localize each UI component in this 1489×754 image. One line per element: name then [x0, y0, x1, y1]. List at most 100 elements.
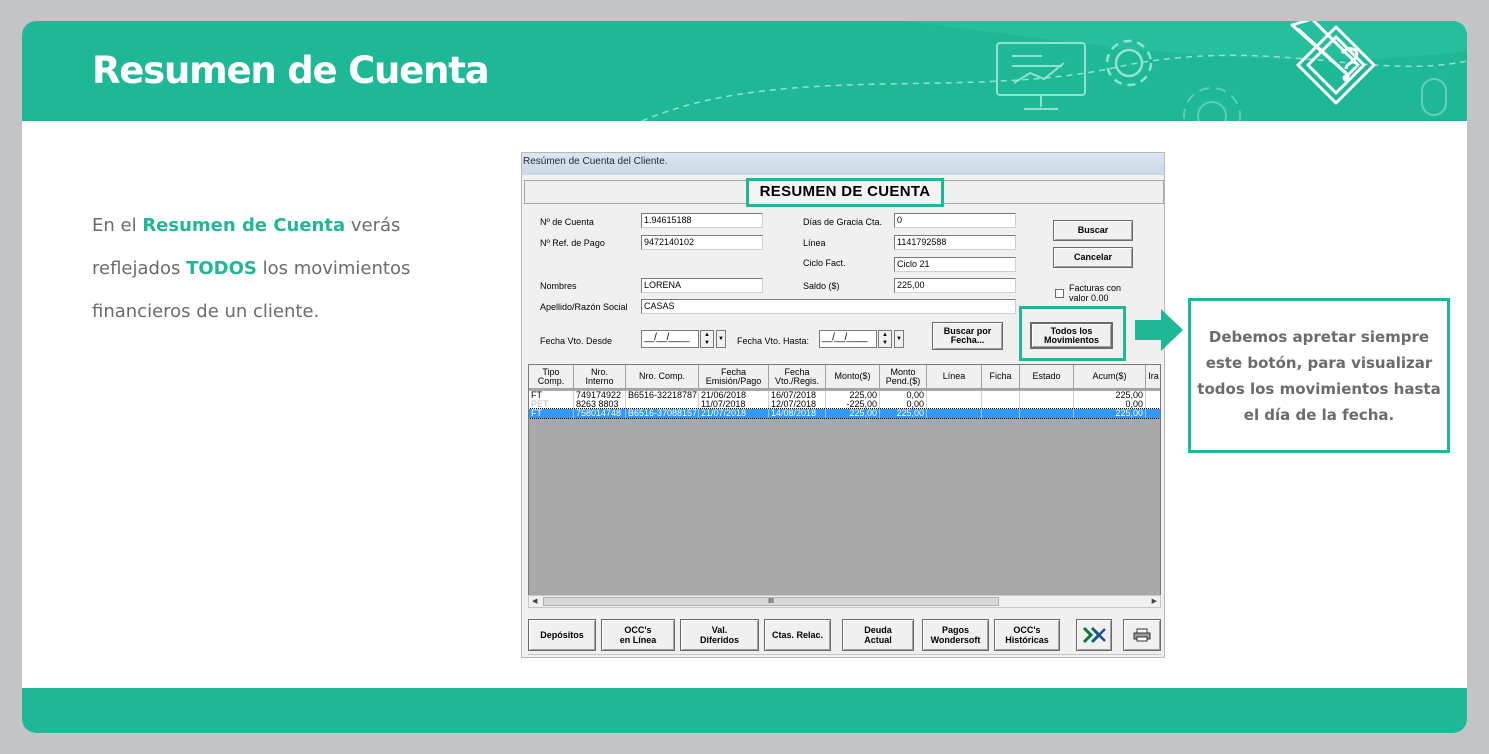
table-cell: 16/07/2018 [769, 391, 826, 400]
button-label: Fecha... [950, 335, 985, 345]
horizontal-scrollbar[interactable]: ◀ III ▶ [528, 595, 1161, 608]
print-button[interactable] [1123, 619, 1161, 651]
page-title: Resumen de Cuenta [92, 49, 490, 92]
column-header-line: Monto($) [834, 371, 871, 381]
cancelar-button[interactable]: Cancelar [1053, 247, 1133, 268]
facturas-valor-checkbox[interactable] [1055, 289, 1064, 298]
bottom-toolbar-button[interactable]: Depósitos [528, 619, 596, 651]
ciclo-fact-field[interactable]: Ciclo 21 [894, 257, 1016, 272]
column-header[interactable]: Fecha Emisión/Pago [699, 365, 769, 389]
scroll-left-icon[interactable]: ◀ [532, 597, 537, 605]
table-cell: FT [529, 391, 574, 400]
table-cell: 21/06/2018 [699, 391, 769, 400]
table-row[interactable]: PET 8263 8803 11/07/2018 12/07/2018 -225,00 0… [529, 400, 1160, 409]
column-header[interactable]: Estado [1020, 365, 1074, 389]
button-label: Depósitos [540, 630, 584, 640]
column-header-line: Comp. [537, 375, 565, 386]
column-header[interactable]: Monto($) [826, 365, 880, 389]
column-header[interactable]: Nro. Comp. [626, 365, 699, 389]
button-label: OCC's [624, 625, 652, 635]
ciclo-fact-label: Ciclo Fact. [803, 258, 846, 268]
button-label: Wondersoft [930, 635, 981, 645]
bottom-toolbar-button[interactable]: Deuda Actual [842, 619, 914, 651]
scroll-thumb[interactable]: III [543, 597, 999, 606]
excel-export-button[interactable] [1076, 619, 1112, 651]
fecha-hasta-dropdown[interactable]: ▼ [894, 330, 904, 348]
button-label: Históricas [1005, 635, 1049, 645]
nombres-field[interactable]: LORENA [641, 278, 763, 293]
button-label: Deuda [864, 625, 892, 635]
intro-part: En el [92, 215, 143, 236]
column-header[interactable]: Monto Pend.($) [880, 365, 927, 389]
bottom-toolbar-button[interactable]: Ctas. Relac. [764, 619, 831, 651]
column-header-line: Ira [1148, 371, 1159, 381]
table-row[interactable]: FT 758014748 B6516-37088157 21/07/2018 14/08… [529, 408, 1160, 419]
bottom-toolbar-button[interactable]: OCC's en Línea [601, 619, 675, 651]
column-header-line: Interno [585, 375, 614, 386]
table-cell [1020, 391, 1074, 400]
saldo-field[interactable]: 225,00 [894, 278, 1016, 293]
column-header[interactable]: Fecha Vto./Regis. [769, 365, 826, 389]
table-cell: 758014748 [574, 409, 626, 418]
nro-cuenta-field[interactable]: 1.94615188 [641, 213, 763, 228]
column-header-line: Vto./Regis. [774, 375, 820, 386]
table-row[interactable]: FT 749174922 B6516-32218787 21/06/2018 16/07… [529, 391, 1160, 400]
table-cell [982, 400, 1020, 409]
fecha-desde-dropdown[interactable]: ▼ [716, 330, 726, 348]
bottom-toolbar-button[interactable]: Pagos Wondersoft [922, 619, 989, 651]
presentation-icon [996, 42, 1086, 110]
table-cell: FT [529, 409, 574, 418]
fecha-desde-label: Fecha Vto. Desde [540, 336, 613, 346]
column-header[interactable]: Nro. Interno [574, 365, 626, 389]
table-cell: B6516-32218787 [628, 391, 699, 400]
column-header[interactable]: Línea [927, 365, 982, 389]
button-label: OCC's [1013, 625, 1041, 635]
bottom-toolbar-button[interactable]: OCC's Históricas [994, 619, 1060, 651]
nombres-label: Nombres [540, 281, 577, 291]
fecha-hasta-spinner[interactable]: ▲ ▼ [878, 330, 892, 348]
printer-icon [1133, 628, 1151, 642]
buscar-por-fecha-button[interactable]: Buscar por Fecha... [932, 322, 1003, 350]
apellido-field[interactable]: CASAS [641, 299, 1016, 314]
status-bar [528, 654, 1161, 657]
fecha-desde-field[interactable]: __/__/____ [641, 330, 699, 348]
nro-ref-pago-field[interactable]: 9472140102 [641, 235, 763, 250]
table-cell: 0,00 [1074, 400, 1146, 409]
bottom-toolbar-button[interactable]: Val. Diferidos [680, 619, 759, 651]
fecha-hasta-label: Fecha Vto. Hasta: [737, 336, 810, 346]
scroll-right-icon[interactable]: ▶ [1152, 597, 1157, 605]
todos-movimientos-highlight [1019, 306, 1126, 361]
dias-gracia-label: Días de Gracia Cta. [803, 217, 883, 227]
intro-highlight: TODOS [186, 258, 257, 279]
facturas-valor-label: Facturas con valor 0.00 [1069, 283, 1121, 303]
table-cell [982, 391, 1020, 400]
table-cell [927, 400, 982, 409]
fecha-desde-spinner[interactable]: ▲ ▼ [700, 330, 714, 348]
slide-footer [22, 688, 1467, 733]
apellido-label: Apellido/Razón Social [540, 302, 628, 312]
table-cell: 0,00 [880, 400, 927, 409]
slide-header: Resumen de Cuenta [22, 21, 1467, 121]
saldo-label: Saldo ($) [803, 281, 840, 291]
movements-table[interactable]: Tipo Comp. Nro. Interno Nro. Comp. Fecha Emisi… [528, 364, 1161, 608]
buscar-button[interactable]: Buscar [1053, 220, 1133, 241]
column-header-line: Ficha [989, 371, 1012, 381]
column-header[interactable]: Ira [1146, 365, 1160, 389]
column-header[interactable]: Ficha [982, 365, 1020, 389]
column-header[interactable]: Acum($) [1074, 365, 1146, 389]
linea-field[interactable]: 1141792588 [894, 235, 1016, 250]
table-cell: 11/07/2018 [699, 400, 769, 409]
column-header-line: Pend.($) [885, 375, 921, 386]
arrow-right-icon [1135, 309, 1183, 351]
button-label: Actual [864, 635, 892, 645]
column-header[interactable]: Tipo Comp. [529, 365, 574, 389]
table-cell [927, 391, 982, 400]
table-cell: 225,00 [826, 409, 880, 418]
dias-gracia-field[interactable]: 0 [894, 213, 1016, 228]
table-cell: B6516-37088157 [628, 409, 699, 418]
column-header-line: Nro. Comp. [638, 371, 685, 381]
fecha-hasta-field[interactable]: __/__/____ [819, 330, 877, 348]
column-header-line: Estado [1032, 371, 1061, 381]
column-header-line: Emisión/Pago [705, 375, 762, 386]
table-cell: 749174922 [574, 391, 626, 400]
